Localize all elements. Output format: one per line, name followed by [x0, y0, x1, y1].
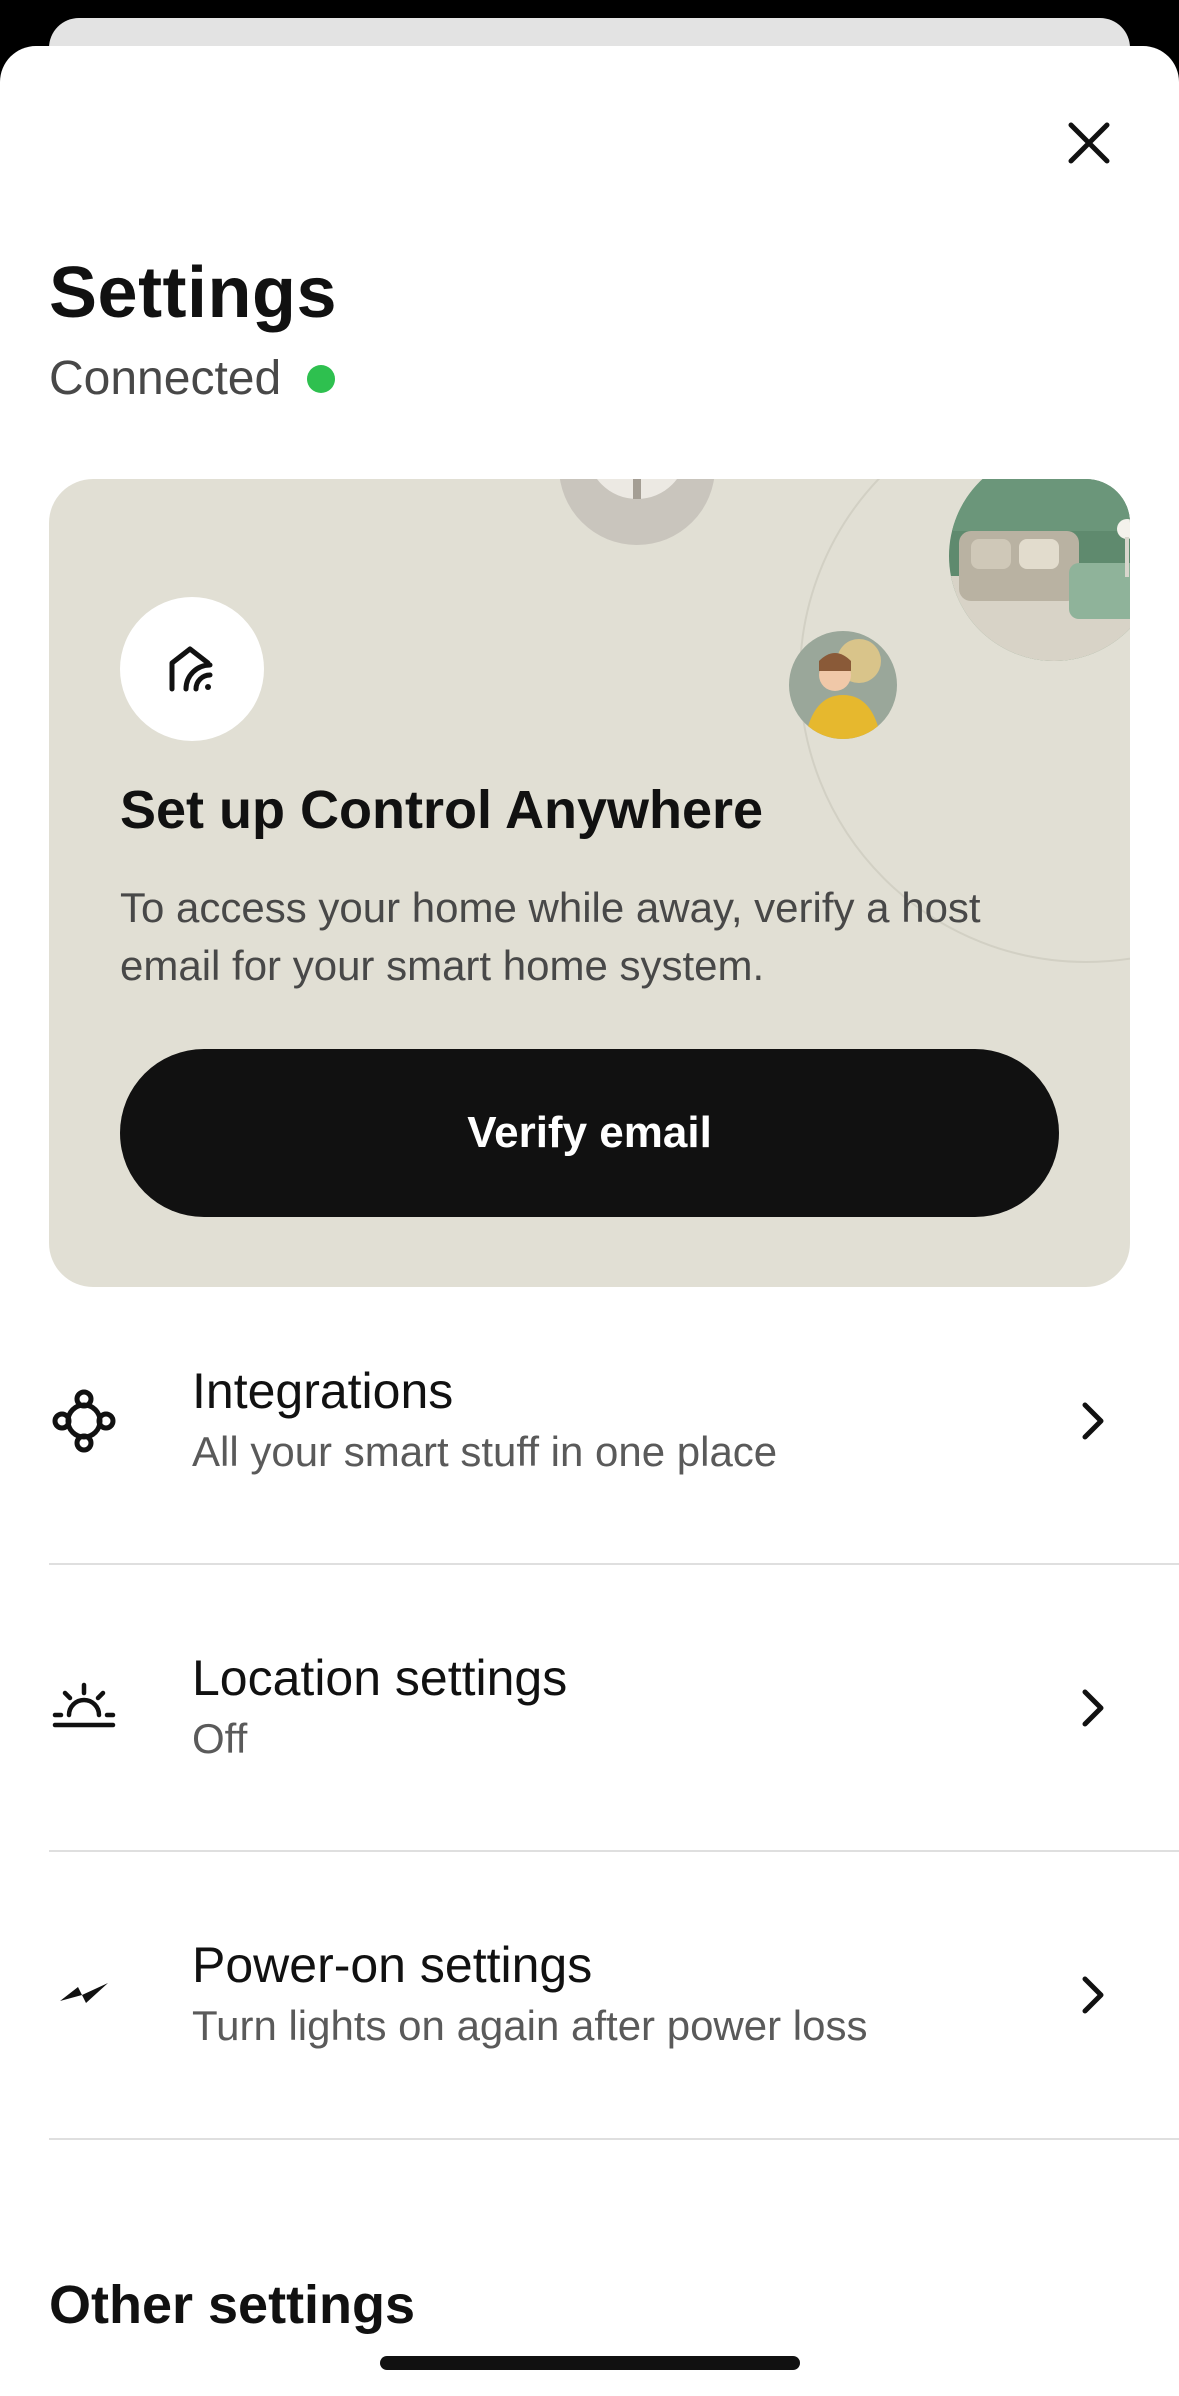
- control-anywhere-card: Set up Control Anywhere To access your h…: [49, 479, 1130, 1287]
- status-text: Connected: [49, 352, 282, 405]
- close-button[interactable]: [1048, 102, 1130, 184]
- card-description: To access your home while away, verify a…: [120, 884, 981, 989]
- item-title: Integrations: [192, 1363, 454, 1419]
- item-title: Location settings: [192, 1650, 568, 1706]
- item-subtitle: Turn lights on again after power loss: [192, 2002, 868, 2049]
- home-indicator[interactable]: [380, 2356, 800, 2370]
- card-icon-container: [120, 597, 264, 741]
- settings-item-integrations[interactable]: Integrations All your smart stuff in one…: [0, 1278, 1179, 1564]
- divider: [49, 2138, 1179, 2140]
- child-with-toy-photo: [789, 631, 897, 739]
- item-subtitle: Off: [192, 1715, 248, 1762]
- settings-item-power-on[interactable]: Power-on settings Turn lights on again a…: [0, 1852, 1179, 2138]
- item-title: Power-on settings: [192, 1937, 593, 1993]
- lamp-photo: [559, 479, 715, 545]
- sunrise-icon: [52, 1682, 116, 1728]
- settings-sheet: Settings Connected Set up Control Anywhe…: [0, 46, 1179, 2396]
- other-settings-heading: Other settings: [49, 2275, 416, 2335]
- card-title: Set up Control Anywhere: [120, 780, 764, 840]
- close-icon: [1068, 122, 1110, 164]
- power-icon: [60, 1983, 108, 2003]
- home-wifi-icon: [169, 646, 213, 692]
- integrations-icon: [52, 1389, 116, 1453]
- chevron-right-icon: [1082, 1402, 1104, 1440]
- chevron-right-icon: [1082, 1689, 1104, 1727]
- settings-item-location[interactable]: Location settings Off: [0, 1565, 1179, 1851]
- status-dot-icon: [307, 364, 336, 393]
- verify-email-button[interactable]: Verify email: [120, 1049, 1059, 1217]
- page-title: Settings: [49, 253, 338, 333]
- connection-status: Connected: [49, 351, 336, 406]
- item-subtitle: All your smart stuff in one place: [192, 1428, 778, 1475]
- chevron-right-icon: [1082, 1976, 1104, 2014]
